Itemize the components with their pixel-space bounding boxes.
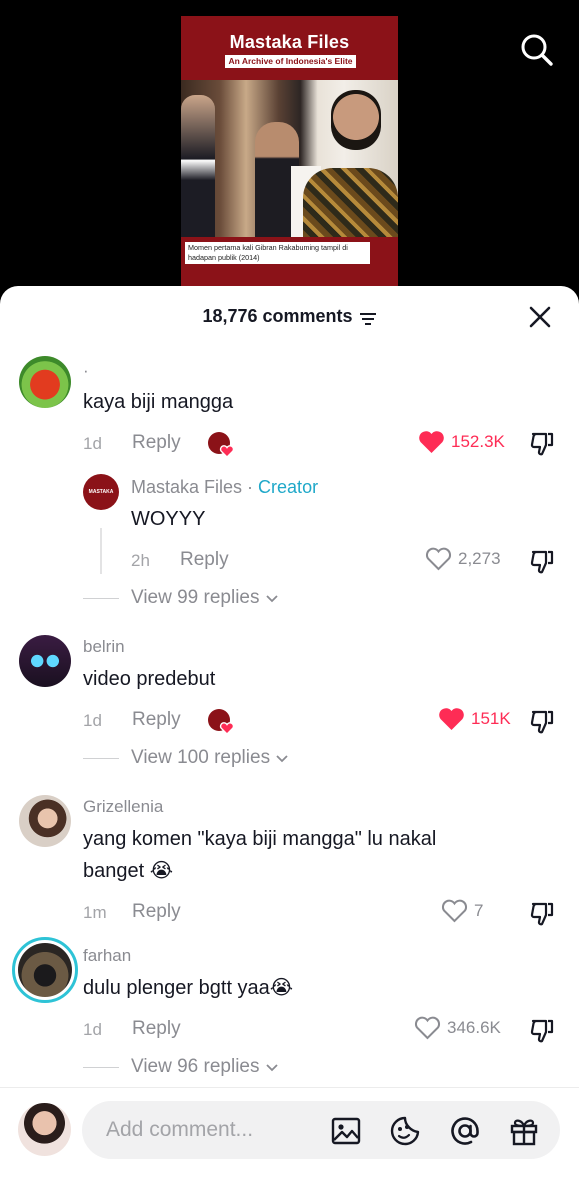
comment-time: 1m [83, 903, 107, 922]
heart-outline-icon [441, 899, 468, 923]
heart-filled-icon [419, 431, 444, 453]
comment-time: 1d [83, 1020, 102, 1039]
avatar[interactable] [19, 356, 71, 408]
like-count: 7 [474, 901, 484, 920]
search-icon[interactable] [519, 32, 555, 68]
dislike-icon[interactable] [529, 1016, 557, 1044]
view-replies-button[interactable]: View 100 replies [83, 747, 290, 769]
avatar-story-ring[interactable] [12, 937, 78, 1003]
comment-text: kaya biji mangga [83, 391, 234, 413]
reply-button[interactable]: Reply [132, 901, 181, 923]
avatar [18, 943, 72, 997]
thumbnail-title: Mastaka Files [229, 32, 350, 52]
view-replies-button[interactable]: View 96 replies [83, 1056, 280, 1078]
image-icon[interactable] [330, 1115, 362, 1147]
chevron-down-icon [276, 755, 288, 763]
reply-button[interactable]: Reply [132, 1018, 181, 1040]
avatar[interactable] [19, 795, 71, 847]
reply-username[interactable]: Mastaka Files · Creator [131, 477, 318, 498]
thumbnail-photo [181, 80, 398, 237]
comment-username[interactable]: · [83, 361, 89, 381]
like-count: 152.3K [451, 432, 505, 451]
like-count: 2,273 [458, 549, 501, 568]
like-count: 151K [471, 709, 511, 728]
comment-username[interactable]: farhan [83, 946, 131, 966]
comment-time: 1d [83, 434, 102, 453]
like-button[interactable]: 151K [438, 707, 511, 731]
creator-liked-icon [207, 430, 235, 458]
thumbnail-subtitle: An Archive of Indonesia's Elite [225, 55, 356, 68]
reply-button[interactable]: Reply [132, 432, 181, 454]
creator-badge: Creator [258, 477, 319, 497]
view-replies-button[interactable]: View 99 replies [83, 587, 280, 609]
comment-text: video predebut [83, 668, 216, 690]
close-icon[interactable] [526, 303, 554, 331]
comment-count: 18,776 comments [202, 306, 353, 326]
like-button[interactable]: 7 [441, 899, 483, 923]
heart-outline-icon [414, 1016, 441, 1040]
comment-input-pill[interactable] [82, 1101, 560, 1159]
avatar[interactable] [19, 635, 71, 687]
creator-liked-icon [207, 707, 235, 735]
comment-composer [0, 1087, 579, 1200]
comment-username[interactable]: Grizellenia [83, 797, 163, 817]
dislike-icon[interactable] [529, 547, 557, 575]
like-button[interactable]: 346.6K [414, 1016, 501, 1040]
thread-line [100, 528, 102, 574]
comment-input[interactable] [106, 1115, 326, 1145]
my-avatar[interactable] [18, 1103, 71, 1156]
comment-username[interactable]: belrin [83, 637, 125, 657]
thumbnail-caption: Momen pertama kali Gibran Rakabuming tam… [185, 242, 370, 264]
heart-outline-icon [425, 547, 452, 571]
sticker-emoji-icon[interactable] [389, 1115, 421, 1147]
dislike-icon[interactable] [529, 899, 557, 927]
heart-filled-icon [439, 708, 464, 730]
reply-button[interactable]: Reply [180, 549, 229, 571]
reply-button[interactable]: Reply [132, 709, 181, 731]
dislike-icon[interactable] [529, 707, 557, 735]
like-count: 346.6K [447, 1018, 501, 1037]
reply-text: WOYYY [131, 508, 206, 530]
sort-filter-icon[interactable] [359, 310, 377, 325]
video-thumbnail[interactable]: Mastaka Files An Archive of Indonesia's … [181, 16, 398, 291]
dislike-icon[interactable] [529, 429, 557, 457]
comments-header: 18,776 comments [0, 286, 579, 346]
like-button[interactable]: 152.3K [418, 430, 505, 454]
comment-text: dulu plenger bgtt yaa😭 [83, 977, 294, 999]
chevron-down-icon [265, 595, 278, 603]
gift-icon[interactable] [508, 1115, 540, 1147]
reply-time: 2h [131, 551, 150, 570]
avatar[interactable]: MASTAKA [83, 474, 119, 510]
comment-text-line2: banget 😭 [83, 860, 174, 882]
video-player[interactable]: Mastaka Files An Archive of Indonesia's … [0, 0, 579, 300]
comment-time: 1d [83, 711, 102, 730]
like-button[interactable]: 2,273 [425, 547, 501, 571]
comment-text-line1: yang komen "kaya biji mangga" lu nakal [83, 828, 437, 850]
chevron-down-icon [265, 1064, 278, 1072]
mention-icon[interactable] [449, 1115, 481, 1147]
